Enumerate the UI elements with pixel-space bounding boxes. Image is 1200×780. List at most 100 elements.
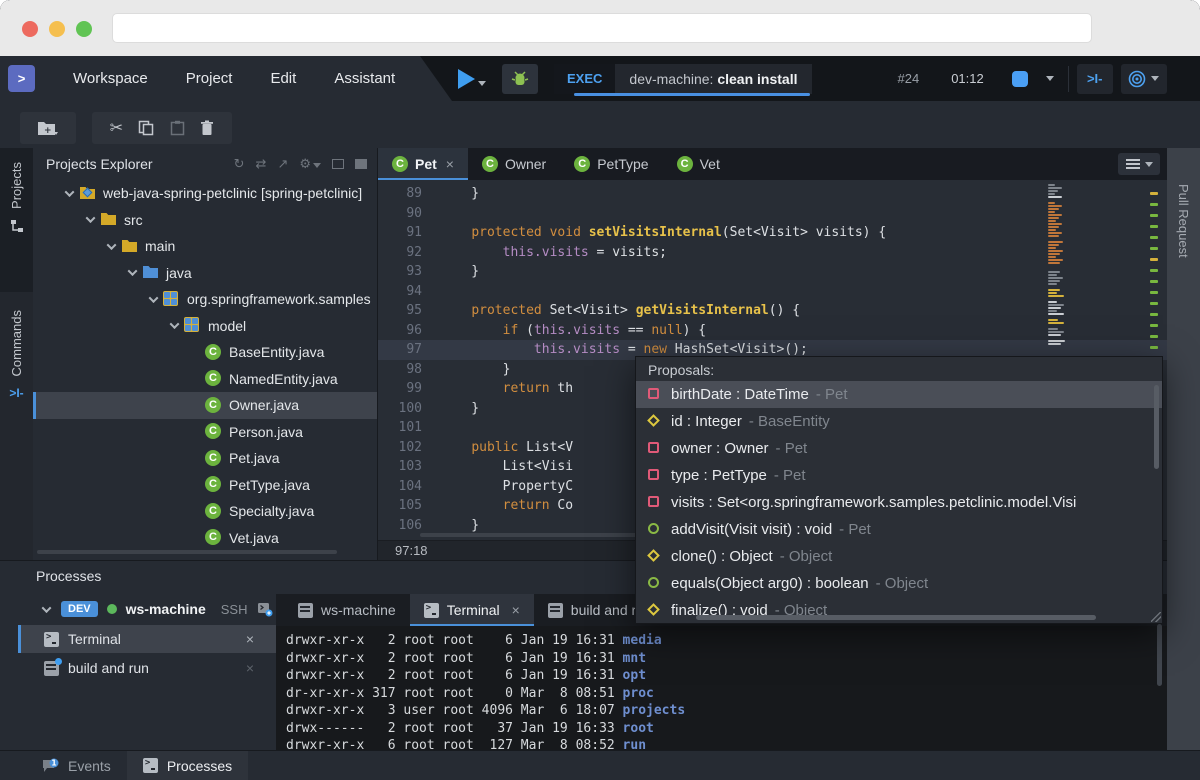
- tab-events[interactable]: 1 Events: [26, 751, 127, 780]
- tree-item[interactable]: CBaseEntity.java: [33, 339, 377, 366]
- exec-command-widget[interactable]: EXEC dev-machine: clean install: [554, 64, 812, 94]
- terminal-tab-ws-machine[interactable]: ws-machine: [284, 594, 410, 626]
- stop-button[interactable]: [1012, 71, 1028, 87]
- proposal-item[interactable]: id : Integer- BaseEntity: [636, 408, 1162, 435]
- close-icon[interactable]: ×: [246, 631, 254, 647]
- debug-button[interactable]: [502, 64, 538, 94]
- menu-item-edit[interactable]: Edit: [270, 70, 296, 87]
- tree-item[interactable]: COwner.java: [33, 392, 377, 419]
- copy-button[interactable]: [138, 120, 154, 136]
- minimize-panel-icon[interactable]: [332, 159, 344, 169]
- menu-item-project[interactable]: Project: [186, 70, 233, 87]
- tree-item-label: Specialty.java: [229, 503, 314, 519]
- close-icon[interactable]: ×: [246, 660, 254, 676]
- terminal-icon: [44, 632, 59, 647]
- close-icon[interactable]: ×: [512, 602, 520, 618]
- tree-item[interactable]: CPetType.java: [33, 472, 377, 499]
- refresh-icon[interactable]: ↻: [234, 157, 245, 172]
- minimap-line: [1048, 187, 1062, 189]
- annotation-mark: [1150, 335, 1158, 338]
- machine-perspective-button[interactable]: >I-: [1077, 64, 1113, 94]
- menu-item-assistant[interactable]: Assistant: [334, 70, 395, 87]
- proposal-item[interactable]: equals(Object arg0) : boolean- Object: [636, 570, 1162, 597]
- minimap[interactable]: [1048, 184, 1066, 346]
- tab-processes[interactable]: Processes: [127, 751, 248, 780]
- ssh-label[interactable]: SSH: [221, 602, 248, 617]
- import-export-icon[interactable]: ⇄: [256, 157, 267, 172]
- proposals-vertical-scrollbar[interactable]: [1154, 385, 1159, 469]
- line-number: 104: [378, 477, 440, 497]
- close-window-button[interactable]: [22, 21, 38, 37]
- minimap-line: [1048, 220, 1056, 222]
- proposal-item[interactable]: addVisit(Visit visit) : void- Pet: [636, 516, 1162, 543]
- proposal-item[interactable]: visits : Set<org.springframework.samples…: [636, 489, 1162, 516]
- import-project-button[interactable]: +: [20, 112, 76, 144]
- terminal-output[interactable]: drwxr-xr-x 2 root root 6 Jan 19 16:31 me…: [276, 626, 1167, 750]
- run-button[interactable]: [458, 69, 486, 89]
- minimap-line: [1048, 274, 1057, 276]
- new-terminal-icon[interactable]: [257, 602, 273, 617]
- tree-item[interactable]: main: [33, 233, 377, 260]
- annotation-ruler[interactable]: [1150, 192, 1158, 357]
- resize-grip[interactable]: [1151, 612, 1161, 622]
- tree-item[interactable]: CPerson.java: [33, 419, 377, 446]
- process-item-build-and-run[interactable]: build and run×: [18, 654, 276, 682]
- proposals-horizontal-scrollbar[interactable]: [696, 615, 1096, 620]
- tree-item[interactable]: C Specialty.java: [33, 498, 377, 525]
- chevron-down-icon[interactable]: [101, 243, 121, 250]
- console-dot-icon: [44, 661, 59, 676]
- editor-tab-pettype[interactable]: CPetType: [560, 148, 662, 180]
- editor-tab-vet[interactable]: CVet: [663, 148, 734, 180]
- proposal-item[interactable]: type : PetType- Pet: [636, 462, 1162, 489]
- rail-tab-projects[interactable]: Projects: [0, 148, 33, 292]
- rail-tab-commands[interactable]: Commands >I-: [0, 300, 33, 430]
- chevron-down-icon[interactable]: [122, 269, 142, 276]
- proposal-origin: - Pet: [774, 467, 806, 484]
- terminal-tab-Terminal[interactable]: Terminal ×: [410, 594, 534, 626]
- url-bar[interactable]: [112, 13, 1092, 43]
- tree-item[interactable]: CNamedEntity.java: [33, 366, 377, 393]
- processes-label: Processes: [167, 758, 232, 774]
- proposal-item[interactable]: clone() : Object- Object: [636, 543, 1162, 570]
- tree-item[interactable]: java: [33, 260, 377, 287]
- process-item-Terminal[interactable]: Terminal×: [18, 625, 276, 653]
- terminal-tab-label: Terminal: [447, 602, 500, 618]
- explorer-horizontal-scrollbar[interactable]: [37, 550, 337, 554]
- close-icon[interactable]: ×: [446, 156, 454, 172]
- editor-menu-button[interactable]: [1118, 153, 1160, 175]
- maximize-panel-icon[interactable]: [355, 159, 367, 169]
- rail-tab-pull-request[interactable]: Pull Request: [1176, 184, 1191, 258]
- menu-item-workspace[interactable]: Workspace: [73, 70, 148, 87]
- editor-tab-owner[interactable]: COwner: [468, 148, 560, 180]
- tree-item[interactable]: web-java-spring-petclinic [spring-petcli…: [33, 180, 377, 207]
- settings-menu[interactable]: ⚙: [299, 156, 321, 172]
- proposal-item[interactable]: birthDate : DateTime- Pet: [636, 381, 1162, 408]
- tree-item[interactable]: CPet.java: [33, 445, 377, 472]
- tree-item[interactable]: src: [33, 207, 377, 234]
- target-button[interactable]: [1121, 64, 1167, 94]
- chevron-down-icon[interactable]: [40, 606, 52, 613]
- class-icon: C: [205, 503, 221, 519]
- paste-button[interactable]: [170, 120, 185, 136]
- chevron-down-icon[interactable]: [80, 216, 100, 223]
- delete-button[interactable]: [200, 120, 214, 136]
- explorer-header: Projects Explorer ↻ ⇄ ↗ ⚙: [33, 148, 377, 180]
- maximize-window-button[interactable]: [76, 21, 92, 37]
- editor-tab-pet[interactable]: CPet×: [378, 148, 468, 180]
- machine-row[interactable]: DEV ws-machine SSH: [0, 594, 276, 624]
- proposal-item[interactable]: owner : Owner- Pet: [636, 435, 1162, 462]
- minimize-window-button[interactable]: [49, 21, 65, 37]
- tree-item[interactable]: model: [33, 313, 377, 340]
- go-into-icon[interactable]: ↗: [277, 157, 288, 172]
- process-list-caret-icon[interactable]: [1046, 76, 1054, 81]
- chevron-down-icon[interactable]: [143, 296, 163, 303]
- class-icon: C: [205, 370, 221, 386]
- terminal-scrollbar[interactable]: [1157, 624, 1162, 686]
- tree-item[interactable]: org.springframework.samples: [33, 286, 377, 313]
- chevron-down-icon[interactable]: [164, 322, 184, 329]
- nav-toggle-button[interactable]: >: [8, 65, 35, 92]
- cut-button[interactable]: ✂: [110, 120, 123, 136]
- chevron-down-icon[interactable]: [59, 190, 79, 197]
- tree-item[interactable]: CVet.java: [33, 525, 377, 552]
- minimap-line: [1048, 328, 1058, 330]
